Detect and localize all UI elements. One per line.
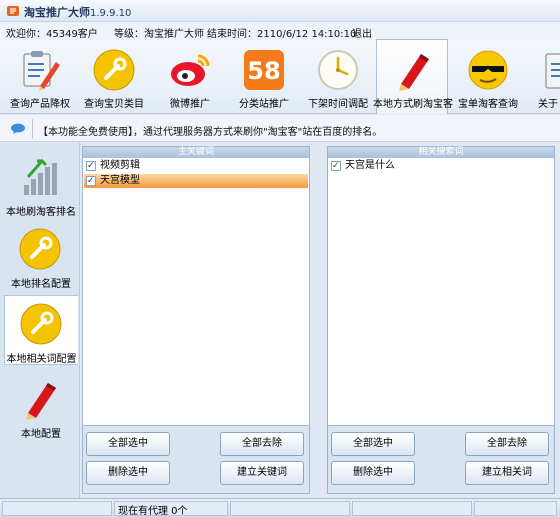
svg-text:58: 58: [247, 57, 280, 85]
notice-text: 【本功能全免费使用】，通过代理服务器方式来刷你"淘宝客"站在百度的排名。: [38, 127, 383, 138]
toolbar-item-taoke-query[interactable]: 宝单淘客查询: [452, 40, 524, 112]
list-item[interactable]: 天宫是什么: [329, 159, 553, 173]
toolbar-label: 微博推广: [170, 99, 210, 110]
list-item-text: 天宫模型: [100, 175, 140, 186]
toolbar-label: 下架时间调配: [308, 99, 368, 110]
nav-item-related-config[interactable]: 本地相关词配置: [4, 295, 78, 365]
toolbar-item-58[interactable]: 58 分类站推广: [228, 40, 300, 112]
nav-label: 本地相关词配置: [6, 354, 77, 365]
main-keywords-buttons: 全部选中 全部去除 删除选中 建立关键词: [82, 426, 310, 494]
main-toolbar: 查询产品降权 查询宝贝类目 微博推广 58 分类站推广 下架时间调配 本地方式刷…: [0, 39, 560, 114]
list-item[interactable]: 视频剪辑: [84, 159, 308, 173]
nav-item-local-config[interactable]: 本地配置: [4, 371, 78, 441]
notice-divider: [32, 119, 33, 138]
delete-selected-button[interactable]: 删除选中: [331, 461, 415, 485]
title-bar: 淘宝推广大师1.9.9.10: [0, 0, 560, 22]
create-keyword-button[interactable]: 建立关键词: [220, 461, 304, 485]
notice-bar: 【本功能全免费使用】，通过代理服务器方式来刷你"淘宝客"站在百度的排名。: [0, 115, 560, 142]
level-text: 等级：淘宝推广大师: [114, 29, 204, 40]
nav-label: 本地配置: [21, 429, 61, 440]
chat-bubble-icon: [11, 123, 25, 134]
weibo-icon: [171, 54, 210, 86]
toolbar-label: 关于: [538, 99, 558, 110]
toolbar-item-product-demotion[interactable]: 查询产品降权: [4, 40, 76, 112]
create-related-button[interactable]: 建立相关词: [465, 461, 549, 485]
status-cell: [2, 501, 112, 516]
pen-icon: [26, 383, 56, 420]
toolbar-label: 分类站推广: [239, 99, 289, 110]
toolbar-label: 查询产品降权: [10, 99, 70, 110]
toolbar-label: 查询宝贝类目: [84, 99, 144, 110]
app-icon: [7, 6, 19, 16]
toolbar-item-about[interactable]: 关于: [528, 40, 560, 112]
select-all-button[interactable]: 全部选中: [86, 432, 170, 456]
nav-label: 本地刷淘客排名: [6, 207, 76, 218]
wrench-icon: [93, 49, 135, 91]
bar-chart-icon: [24, 158, 57, 195]
wrench-icon: [19, 228, 61, 270]
toolbar-item-category-query[interactable]: 查询宝贝类目: [78, 40, 150, 112]
remove-all-button[interactable]: 全部去除: [220, 432, 304, 456]
checkbox[interactable]: [331, 159, 341, 173]
status-cell: [352, 501, 472, 516]
delete-selected-button[interactable]: 删除选中: [86, 461, 170, 485]
list-item[interactable]: 天宫模型: [84, 174, 308, 188]
nav-item-rank-config[interactable]: 本地排名配置: [4, 221, 78, 291]
status-cell: [474, 501, 557, 516]
toolbar-item-delist-time[interactable]: 下架时间调配: [302, 40, 374, 112]
58-icon: 58: [244, 50, 284, 90]
pen-icon: [399, 54, 429, 91]
status-bar: 现在有代理 0个: [0, 498, 560, 517]
info-bar: 欢迎你：45349客户 等级：淘宝推广大师 结束时间：2110/6/12 14:…: [0, 22, 560, 40]
cool-face-icon: [468, 50, 508, 90]
nav-label: 本地排名配置: [11, 279, 71, 290]
related-keywords-header: 相关搜索词: [328, 147, 554, 158]
remove-all-button[interactable]: 全部去除: [465, 432, 549, 456]
welcome-text: 欢迎你：45349客户: [6, 29, 98, 40]
status-cell: [230, 501, 350, 516]
logout-link[interactable]: 退出: [352, 25, 372, 40]
wrench-icon: [20, 303, 62, 345]
related-keywords-buttons: 全部选中 全部去除 删除选中 建立相关词: [327, 426, 555, 494]
window-title: 淘宝推广大师1.9.9.10: [24, 6, 132, 19]
checkbox[interactable]: [86, 159, 96, 173]
toolbar-label: 宝单淘客查询: [458, 99, 518, 110]
proxy-status-text: 现在有代理 0个: [118, 506, 188, 517]
clock-icon: [318, 50, 358, 90]
toolbar-label: 本地方式刷淘宝客: [373, 99, 453, 110]
list-item-text: 视频剪辑: [100, 160, 140, 171]
related-keywords-panel: 相关搜索词 天宫是什么: [327, 146, 555, 426]
about-icon: [545, 53, 560, 89]
list-item-text: 天宫是什么: [345, 160, 395, 171]
end-time-text: 结束时间：2110/6/12 14:10:10: [207, 29, 357, 40]
left-nav: 本地刷淘客排名 本地排名配置 本地相关词配置 本地配置: [0, 143, 80, 498]
toolbar-item-local-taoke[interactable]: 本地方式刷淘宝客: [373, 39, 453, 114]
clipboard-pencil-icon: [23, 51, 60, 91]
main-keywords-panel: 主关键词 视频剪辑 天宫模型: [82, 146, 310, 426]
checkbox[interactable]: [86, 174, 96, 188]
select-all-button[interactable]: 全部选中: [331, 432, 415, 456]
main-keywords-header: 主关键词: [83, 147, 309, 158]
toolbar-item-weibo[interactable]: 微博推广: [154, 40, 226, 112]
window-version: 1.9.9.10: [90, 8, 132, 19]
nav-item-local-rank[interactable]: 本地刷淘客排名: [4, 149, 78, 219]
